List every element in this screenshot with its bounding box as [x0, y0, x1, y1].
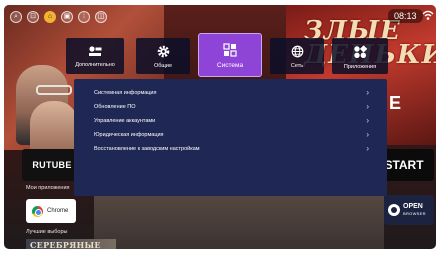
hero-person-image-2: [30, 101, 78, 151]
search-icon[interactable]: ⌕: [10, 11, 22, 23]
chrome-label: Chrome: [47, 208, 69, 214]
poster-tile[interactable]: СЕРЕБРЯНЫЕ: [26, 239, 116, 249]
globe-icon: [291, 45, 303, 58]
menu-item-label: Восстановление к заводским настройкам: [94, 146, 200, 152]
gear-icon: [157, 45, 169, 58]
tab-advanced[interactable]: Дополнительно: [66, 38, 124, 74]
chevron-right-icon: ›: [366, 102, 369, 111]
menu-item-account-management[interactable]: Управление аккаунтами ›: [94, 115, 369, 127]
menu-item-label: Системная информация: [94, 90, 157, 96]
store-icon[interactable]: ◫: [95, 11, 107, 23]
wifi-icon: [422, 10, 434, 20]
hero-glasses-detail: [36, 85, 72, 95]
tv-guide-icon[interactable]: ▣: [61, 11, 73, 23]
menu-item-label: Обновление ПО: [94, 104, 136, 110]
chrome-app-tile[interactable]: Chrome: [26, 199, 76, 223]
input-source-icon[interactable]: ⊡: [27, 11, 39, 23]
tv-screen: ЗЛЫЕ ДЕНЬКИ E ⌕ ⊡ ⌂ ▣ ⁞ ◫ 08:13 RUTUBE S…: [4, 5, 436, 249]
home-icon[interactable]: ⌂: [44, 11, 56, 23]
menu-item-factory-reset[interactable]: Восстановление к заводским настройкам ›: [94, 143, 369, 155]
chevron-right-icon: ›: [366, 144, 369, 153]
best-section-label: Лучшие выборы: [26, 229, 68, 235]
tab-system-label: Система: [216, 62, 244, 69]
open-browser-icon: [388, 204, 400, 216]
tab-advanced-label: Дополнительно: [75, 62, 115, 68]
menu-item-legal-info[interactable]: Юридическая информация ›: [94, 129, 369, 141]
advanced-settings-icon: [89, 46, 102, 56]
menu-item-label: Управление аккаунтами: [94, 118, 156, 124]
tab-system[interactable]: Система: [198, 33, 262, 77]
menu-item-system-info[interactable]: Системная информация ›: [94, 87, 369, 99]
open-browser-subtitle: BROWSER: [403, 211, 426, 216]
menu-item-label: Юридическая информация: [94, 132, 164, 138]
tab-general[interactable]: Общие: [136, 38, 190, 74]
apps-icon[interactable]: ⁞: [78, 11, 90, 23]
menu-item-software-update[interactable]: Обновление ПО ›: [94, 101, 369, 113]
top-status-icons: ⌕ ⊡ ⌂ ▣ ⁞ ◫: [10, 11, 107, 23]
system-icon: [223, 43, 237, 57]
clock: 08:13: [388, 9, 423, 23]
system-settings-panel: Системная информация › Обновление ПО › У…: [74, 79, 387, 196]
apps-section-label: Мои приложения: [26, 185, 70, 191]
chrome-icon: [32, 205, 43, 217]
tab-network-label: Сеть: [290, 63, 304, 69]
open-browser-label: OPEN BROWSER: [403, 203, 426, 217]
rutube-app-tile[interactable]: RUTUBE: [22, 149, 82, 181]
chevron-right-icon: ›: [366, 130, 369, 139]
open-browser-title: OPEN: [403, 203, 423, 210]
apps-grid-icon: [354, 45, 367, 58]
open-browser-app-tile[interactable]: OPEN BROWSER: [384, 195, 434, 225]
tab-applications[interactable]: Приложения: [332, 38, 388, 74]
chevron-right-icon: ›: [366, 116, 369, 125]
tab-network[interactable]: Сеть: [270, 38, 324, 74]
hero-letter: E: [389, 93, 402, 113]
rutube-label: RUTUBE: [32, 160, 72, 170]
chevron-right-icon: ›: [366, 88, 369, 97]
tab-general-label: Общие: [153, 63, 173, 69]
start-label: START: [384, 158, 424, 172]
tab-applications-label: Приложения: [343, 64, 377, 70]
